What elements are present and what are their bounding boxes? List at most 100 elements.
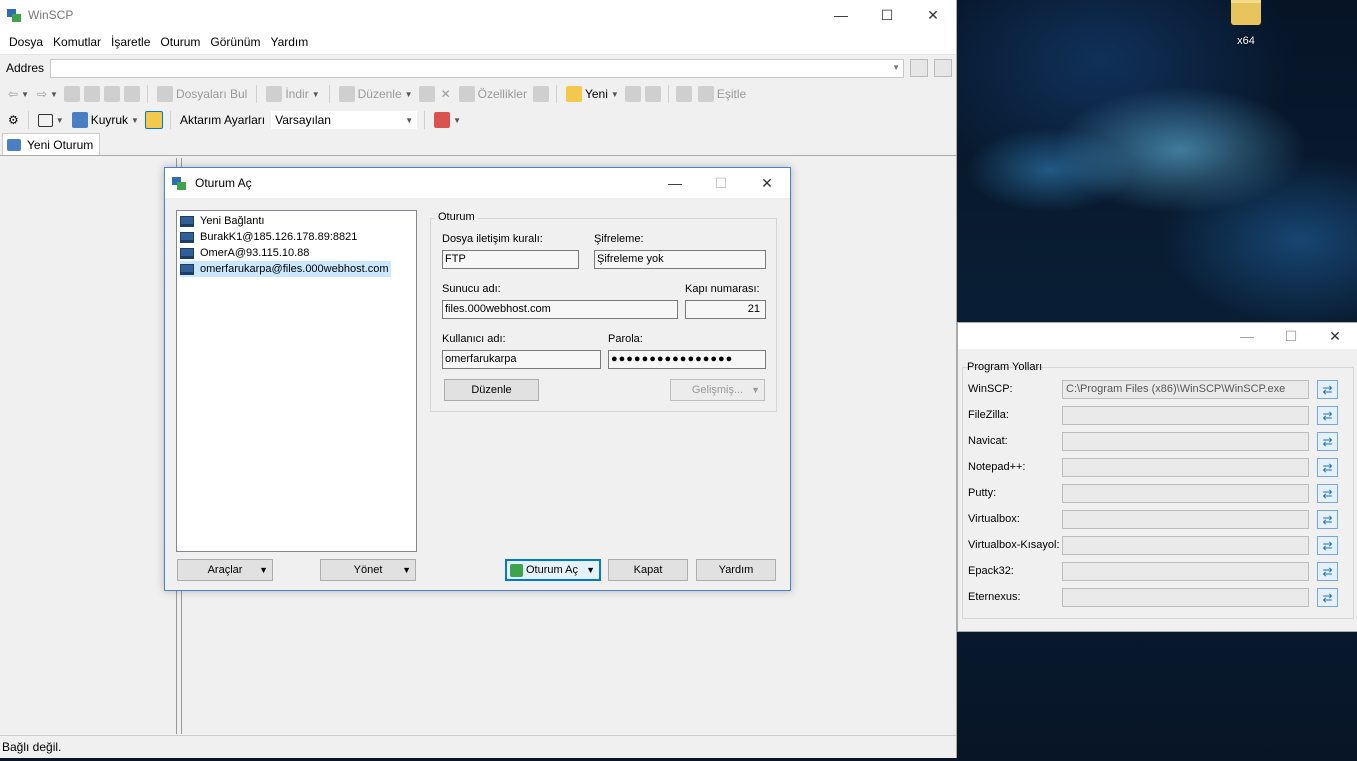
paths-titlebar[interactable]: — ☐ ✕ [958, 323, 1357, 349]
advanced-button[interactable]: Gelişmiş... ▼ [670, 379, 765, 401]
chevron-down-icon: ▼ [402, 565, 411, 575]
sync-button[interactable]: Eşitle [696, 86, 748, 102]
find-files-button[interactable]: Dosyaları Bul [155, 86, 249, 102]
minimize-button[interactable]: — [818, 0, 864, 30]
refresh-icon[interactable] [123, 86, 140, 102]
path-input[interactable] [1062, 432, 1309, 451]
close-button[interactable]: ✕ [910, 0, 956, 30]
filter-icon[interactable] [934, 59, 953, 77]
main-titlebar[interactable]: WinSCP — ☐ ✕ [0, 0, 956, 30]
local-pane[interactable] [0, 158, 177, 734]
transfer-settings-select[interactable]: Varsayılan ▼ [271, 111, 418, 129]
transfer-icon[interactable] [644, 86, 661, 102]
browse-path-icon[interactable]: ⇄ [1317, 484, 1338, 503]
login-button[interactable]: Oturum Aç ▼ [505, 559, 601, 581]
transfer-settings-label: Aktarım Ayarları [179, 113, 266, 127]
close-button[interactable]: ✕ [744, 168, 790, 198]
home-icon[interactable] [103, 86, 120, 102]
manage-button[interactable]: Yönet ▼ [320, 559, 416, 581]
username-label: Kullanıcı adı: [442, 333, 506, 345]
browse-path-icon[interactable]: ⇄ [1317, 458, 1338, 477]
path-label: Putty: [968, 487, 997, 499]
menu-session[interactable]: Oturum [155, 35, 205, 49]
path-label: Navicat: [968, 435, 1008, 447]
forward-icon[interactable]: ⇨ ▼ [35, 87, 60, 101]
terminal-icon[interactable] [624, 86, 641, 102]
port-input[interactable]: 21 [685, 300, 766, 319]
browse-path-icon[interactable]: ⇄ [1317, 536, 1338, 555]
host-input[interactable]: files.000webhost.com [442, 300, 678, 319]
back-icon[interactable]: ⇦ ▼ [6, 87, 31, 101]
site-list[interactable]: Yeni Bağlantı BurakK1@185.126.178.89:882… [176, 210, 417, 552]
browse-path-icon[interactable]: ⇄ [1317, 510, 1338, 529]
path-input[interactable] [1062, 588, 1309, 607]
path-input[interactable] [1062, 510, 1309, 529]
site-item[interactable]: BurakK1@185.126.178.89:8821 [180, 229, 360, 245]
layout-icon [37, 113, 53, 127]
menu-mark[interactable]: İşaretle [106, 35, 155, 49]
tools-button[interactable]: Araçlar ▼ [177, 559, 273, 581]
rename-icon[interactable] [532, 86, 549, 102]
path-input[interactable] [1062, 406, 1309, 425]
program-paths-title: Program Yolları [967, 361, 1043, 373]
edit-session-button[interactable]: Düzenle [444, 379, 539, 401]
encryption-select[interactable]: Şifreleme yok [594, 250, 766, 269]
path-label: Notepad++: [968, 461, 1026, 473]
properties-button[interactable]: Özellikler [457, 86, 529, 102]
browse-path-icon[interactable]: ⇄ [1317, 588, 1338, 607]
delete-icon[interactable]: ✕ [439, 87, 453, 101]
gear-icon[interactable]: ⚙ [6, 113, 21, 127]
new-site-icon [180, 215, 194, 227]
minimize-button[interactable]: — [1225, 323, 1269, 349]
chevron-down-icon: ▼ [751, 385, 760, 395]
username-input[interactable]: omerfarukarpa [442, 350, 601, 369]
reconnect-button[interactable]: ▼ [432, 112, 463, 128]
path-input[interactable] [1062, 562, 1309, 581]
maximize-button[interactable]: ☐ [1269, 323, 1313, 349]
open-folder-icon[interactable] [910, 59, 929, 77]
close-button[interactable]: ✕ [1313, 323, 1357, 349]
queue-icon [71, 112, 88, 128]
path-input[interactable] [1062, 458, 1309, 477]
protocol-select[interactable]: FTP [442, 250, 579, 269]
minimize-button[interactable]: — [652, 168, 698, 198]
edit-button[interactable]: Düzenle ▼ [337, 86, 415, 102]
desktop-folder-x64[interactable]: x64 [1228, 0, 1264, 47]
login-titlebar[interactable]: Oturum Aç — ☐ ✕ [165, 168, 790, 198]
tree-icon[interactable] [144, 111, 163, 129]
chevron-down-icon[interactable]: ▼ [892, 63, 900, 72]
browse-path-icon[interactable]: ⇄ [1317, 432, 1338, 451]
browse-path-icon[interactable]: ⇄ [1317, 380, 1338, 399]
path-label: Epack32: [968, 565, 1014, 577]
status-bar: Bağlı değil. [0, 735, 956, 758]
new-button[interactable]: Yeni ▼ [564, 86, 621, 102]
path-input[interactable] [1062, 536, 1309, 555]
path-label: FileZilla: [968, 409, 1009, 421]
browse-path-icon[interactable]: ⇄ [1317, 406, 1338, 425]
menu-file[interactable]: Dosya [4, 35, 48, 49]
menu-view[interactable]: Görünüm [205, 35, 265, 49]
maximize-button[interactable]: ☐ [864, 0, 910, 30]
download-button[interactable]: İndir ▼ [264, 86, 321, 102]
queue-button[interactable]: Kuyruk ▼ [70, 112, 141, 128]
compare-icon[interactable] [675, 86, 692, 102]
password-input[interactable]: ●●●●●●●●●●●●●●●● [608, 350, 766, 369]
root-dir-icon[interactable] [83, 86, 100, 102]
address-input[interactable]: ▼ [50, 58, 905, 78]
help-button[interactable]: Yardım [696, 559, 776, 581]
site-item[interactable]: OmerA@93.115.10.88 [180, 245, 312, 261]
path-input[interactable] [1062, 484, 1309, 503]
menu-commands[interactable]: Komutlar [48, 35, 106, 49]
menu-help[interactable]: Yardım [265, 35, 313, 49]
copy-icon[interactable] [418, 86, 435, 102]
path-input[interactable]: C:\Program Files (x86)\WinSCP\WinSCP.exe [1062, 380, 1309, 399]
browse-path-icon[interactable]: ⇄ [1317, 562, 1338, 581]
maximize-button[interactable]: ☐ [698, 168, 744, 198]
site-item-selected[interactable]: omerfarukarpa@files.000webhost.com [180, 261, 392, 277]
parent-dir-icon[interactable] [63, 86, 80, 102]
path-label: Virtualbox-Kısayol: [968, 539, 1060, 551]
close-dialog-button[interactable]: Kapat [608, 559, 688, 581]
tab-new-session[interactable]: Yeni Oturum [2, 133, 101, 155]
layout-button[interactable]: ▼ [36, 113, 66, 127]
site-new-connection[interactable]: Yeni Bağlantı [180, 213, 267, 229]
